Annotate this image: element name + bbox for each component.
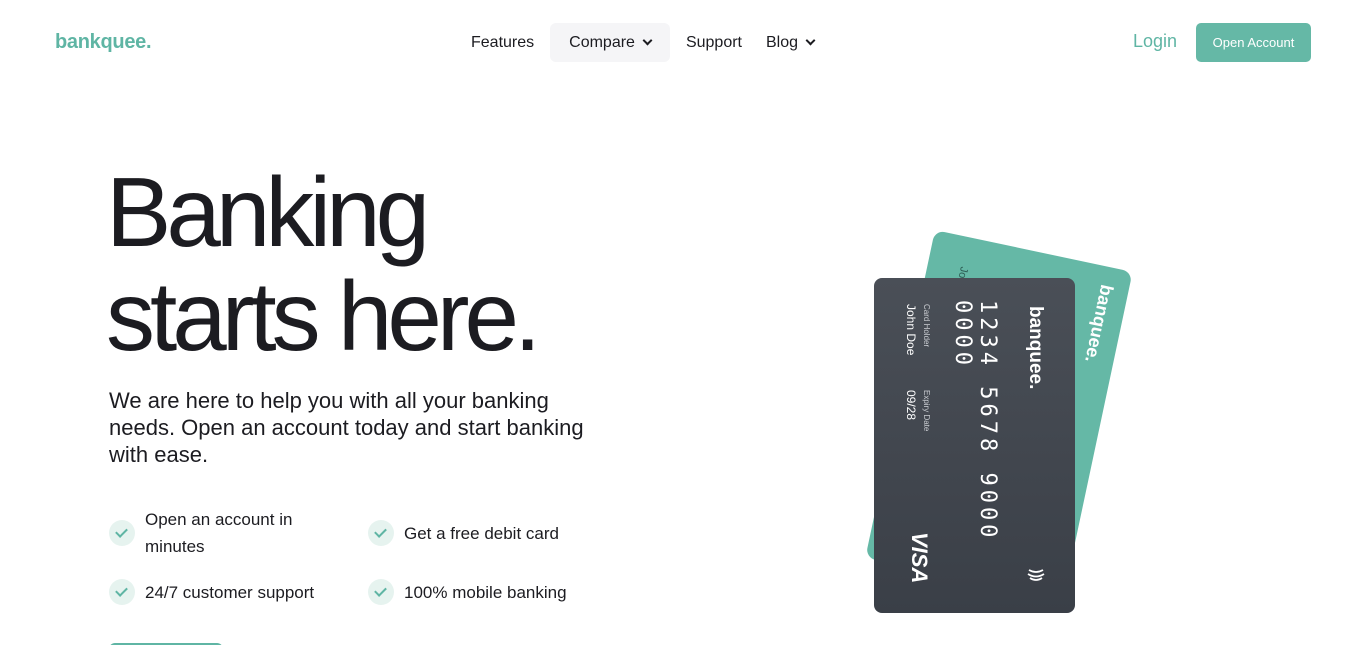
logo[interactable]: bankquee. <box>55 31 152 54</box>
card-illustration: banquee. John Doe banquee. 1234 5678 900… <box>860 220 1160 630</box>
feature-label: Open an account in minutes <box>145 510 293 556</box>
main-nav: Features Compare Support Blog <box>459 23 826 62</box>
card-back-brand: banquee. <box>1081 282 1118 365</box>
nav-support-label: Support <box>685 33 742 51</box>
card-expiry-label: Expiry Date <box>922 390 931 432</box>
card-expiry: 09/28 <box>904 390 918 421</box>
chevron-down-icon <box>805 35 816 46</box>
feature-item: Get a free debit card <box>368 520 559 547</box>
card-holder-label: Card Holder <box>922 304 931 348</box>
chevron-down-icon <box>642 35 653 46</box>
card-holder: John Doe <box>904 304 918 356</box>
feature-item: 24/7 customer support <box>109 579 314 606</box>
feature-label: Get a free debit card <box>404 524 559 543</box>
check-icon <box>109 520 135 546</box>
feature-label: 24/7 customer support <box>145 583 315 602</box>
hero-subtitle: We are here to help you with all your ba… <box>109 388 584 467</box>
nav-compare[interactable]: Compare <box>550 23 670 62</box>
check-icon <box>109 579 135 605</box>
card-front: banquee. 1234 5678 9000 0000 Card Holder… <box>874 278 1075 613</box>
card-number: 1234 5678 9000 0000 <box>950 300 1000 542</box>
nav-support[interactable]: Support <box>674 23 754 62</box>
visa-logo: VISA <box>907 532 932 584</box>
login-link[interactable]: Login <box>1133 31 1177 52</box>
open-account-button[interactable]: Open Account <box>1196 23 1311 62</box>
check-icon <box>368 579 394 605</box>
nav-features[interactable]: Features <box>459 23 546 62</box>
check-icon <box>368 520 394 546</box>
feature-item: Open an account in minutes <box>109 506 339 560</box>
hero-title-line1: Banking <box>106 157 430 267</box>
feature-label: 100% mobile banking <box>404 583 567 602</box>
nav-compare-label: Compare <box>569 33 635 51</box>
nav-blog-label: Blog <box>766 33 799 51</box>
hero-title-line2: starts here. <box>106 261 541 371</box>
card-brand: banquee. <box>1025 306 1046 390</box>
nav-features-label: Features <box>471 33 535 51</box>
hero-title: Banking starts here. <box>106 157 541 371</box>
feature-item: 100% mobile banking <box>368 579 567 606</box>
contactless-icon <box>1027 569 1045 581</box>
nav-blog[interactable]: Blog <box>754 23 826 62</box>
